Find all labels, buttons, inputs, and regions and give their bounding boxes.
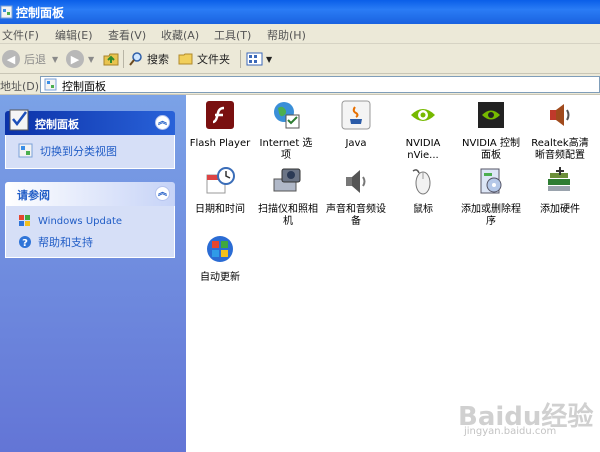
menu-favorites[interactable]: 收藏(A): [161, 27, 199, 43]
menu-edit[interactable]: 编辑(E): [55, 27, 93, 43]
item-label: 扫描仪和照相机: [258, 204, 318, 227]
back-label: 后退: [24, 53, 46, 66]
folders-label: 文件夹: [197, 53, 230, 66]
toolbar-separator: [123, 50, 124, 68]
item-java[interactable]: Java: [325, 99, 387, 150]
menu-tools[interactable]: 工具(T): [214, 27, 251, 43]
item-label: Flash Player: [189, 138, 251, 149]
java-icon: [341, 100, 371, 130]
folder-icon: [178, 53, 193, 65]
add-remove-programs-icon: [480, 168, 502, 194]
scanner-camera-icon: [273, 168, 301, 192]
forward-button[interactable]: ▶ ▼: [66, 49, 94, 69]
control-panel-items: Flash Player Internet 选项 Java NVIDIA nVi…: [186, 95, 600, 452]
address-bar: 地址(D) 控制面板: [0, 74, 600, 95]
window-title: 控制面板: [16, 6, 65, 20]
panel-title: 控制面板: [35, 118, 79, 131]
title-bar: 控制面板: [0, 0, 600, 24]
item-label: 日期和时间: [195, 204, 245, 215]
windows-update-link[interactable]: Windows Update: [18, 214, 122, 228]
menu-bar: 文件(F) 编辑(E) 查看(V) 收藏(A) 工具(T) 帮助(H): [0, 24, 600, 44]
help-icon: ?: [19, 236, 31, 249]
panel-body: Windows Update ? 帮助和支持: [5, 206, 175, 258]
collapse-chevron-icon[interactable]: ︽: [155, 115, 170, 130]
dropdown-arrow-icon: ▼: [266, 54, 273, 64]
search-label: 搜索: [147, 53, 169, 66]
menu-help[interactable]: 帮助(H): [267, 27, 306, 43]
item-label: 添加或删除程序: [461, 204, 521, 227]
item-label: 鼠标: [413, 204, 433, 215]
item-date-time[interactable]: 日期和时间: [189, 165, 251, 216]
menu-view[interactable]: 查看(V): [108, 27, 146, 43]
item-automatic-updates[interactable]: 自动更新: [189, 233, 251, 284]
panel-header[interactable]: 控制面板 ︽: [5, 109, 175, 135]
item-nvidia-nview[interactable]: NVIDIA nVie...: [392, 99, 454, 162]
forward-arrow-icon: ▶: [66, 50, 84, 68]
item-label: Java: [345, 138, 367, 149]
back-arrow-icon: ◀: [2, 50, 20, 68]
panel-header[interactable]: 请参阅 ︽: [5, 182, 175, 206]
sound-icon: [346, 170, 366, 193]
mouse-icon: [412, 169, 431, 195]
search-button[interactable]: 搜索: [128, 49, 169, 69]
link-label: 切换到分类视图: [40, 145, 117, 158]
item-label: 自动更新: [200, 272, 240, 283]
item-scanner-camera[interactable]: 扫描仪和照相机: [257, 165, 319, 228]
collapse-chevron-icon[interactable]: ︽: [155, 186, 170, 201]
item-nvidia-control-panel[interactable]: NVIDIA 控制面板: [460, 99, 522, 162]
task-pane: 控制面板 ︽ 切换到分类视图 请参阅 ︽ Windows Update ? 帮助…: [0, 95, 186, 452]
item-label: Realtek高清晰音频配置: [531, 138, 589, 161]
flash-icon: [206, 101, 234, 129]
control-panel-panel: 控制面板 ︽ 切换到分类视图: [5, 109, 175, 169]
control-panel-icon: [44, 78, 57, 91]
back-button[interactable]: ◀ 后退 ▼: [2, 49, 58, 69]
link-label: Windows Update: [38, 215, 123, 227]
control-panel-icon: [0, 5, 13, 19]
address-label: 地址(D): [0, 80, 40, 93]
control-panel-icon: [9, 109, 29, 131]
control-panel-icon: [18, 143, 33, 158]
link-label: 帮助和支持: [38, 236, 93, 249]
item-internet-options[interactable]: Internet 选项: [255, 99, 317, 162]
svg-text:?: ?: [22, 238, 28, 249]
date-time-icon: [206, 167, 235, 194]
internet-options-icon: [274, 102, 300, 129]
dropdown-arrow-icon: ▼: [52, 54, 59, 64]
windows-update-icon: [19, 215, 30, 226]
dropdown-arrow-icon: ▼: [88, 54, 95, 64]
item-label: 声音和音频设备: [326, 204, 386, 227]
panel-body: 切换到分类视图: [5, 135, 175, 169]
toolbar-separator: [240, 50, 241, 68]
toolbar: ◀ 后退 ▼ ▶ ▼ 搜索 文件夹 ▼: [0, 44, 600, 74]
automatic-updates-icon: [207, 236, 233, 262]
realtek-audio-icon: [550, 104, 570, 126]
item-add-hardware[interactable]: 添加硬件: [529, 165, 591, 216]
panel-title: 请参阅: [17, 189, 50, 202]
address-input[interactable]: 控制面板: [40, 76, 600, 93]
help-support-link[interactable]: ? 帮助和支持: [18, 234, 93, 250]
item-label: Internet 选项: [259, 138, 313, 161]
item-mouse[interactable]: 鼠标: [392, 165, 454, 216]
add-hardware-icon: [548, 167, 570, 191]
views-icon: [246, 52, 263, 66]
address-value: 控制面板: [62, 80, 106, 93]
see-also-panel: 请参阅 ︽ Windows Update ? 帮助和支持: [5, 182, 175, 258]
switch-to-category-view-link[interactable]: 切换到分类视图: [18, 143, 117, 159]
nvidia-control-panel-icon: [478, 102, 504, 128]
item-sound[interactable]: 声音和音频设备: [325, 165, 387, 228]
folders-button[interactable]: 文件夹: [178, 49, 230, 69]
search-icon: [129, 52, 142, 66]
up-folder-icon: [103, 53, 119, 66]
item-label: NVIDIA 控制面板: [462, 138, 520, 161]
item-flash-player[interactable]: Flash Player: [189, 99, 251, 150]
views-button[interactable]: ▼: [246, 49, 272, 69]
up-folder-button[interactable]: [102, 49, 120, 69]
item-add-remove-programs[interactable]: 添加或删除程序: [460, 165, 522, 228]
nvidia-nview-icon: [411, 109, 435, 121]
menu-file[interactable]: 文件(F): [2, 27, 39, 43]
item-label: NVIDIA nVie...: [405, 138, 441, 161]
item-realtek-audio[interactable]: Realtek高清晰音频配置: [529, 99, 591, 162]
item-label: 添加硬件: [540, 204, 580, 215]
